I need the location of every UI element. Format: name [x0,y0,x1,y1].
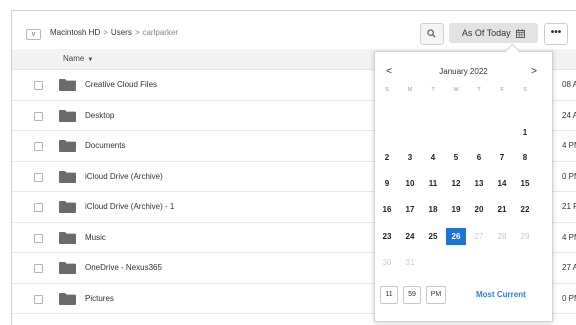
weekday-label: S [385,87,389,93]
modified-time: 27 AM [562,263,576,272]
breadcrumb-toggle[interactable]: v [26,29,41,40]
as-of-date-button[interactable]: As Of Today [449,23,538,43]
name-column-label: Name [63,54,85,63]
minute-field[interactable]: 59 [403,286,421,304]
calendar-day: 31 [405,258,415,267]
calendar-day[interactable]: 17 [400,201,420,218]
weekday-header: SMTWTFS [375,87,552,97]
calendar-icon [516,29,526,38]
folder-icon [59,292,76,305]
search-button[interactable] [420,23,444,45]
weekday-label: M [407,87,413,93]
hour-field[interactable]: 11 [380,286,398,304]
calendar-day[interactable]: 18 [423,201,443,218]
calendar-day: 28 [497,232,507,241]
calendar-day: 30 [382,258,392,267]
folder-icon [59,109,76,122]
modified-time: 21 PM [562,202,576,211]
calendar-day[interactable]: 7 [492,149,512,166]
weekday-label: W [453,87,459,93]
more-options-button[interactable]: ••• [544,23,568,45]
modified-time: 24 AM [562,110,576,120]
folder-icon [59,231,76,244]
calendar-day[interactable]: 10 [400,175,420,192]
next-month-button[interactable]: > [528,66,540,77]
modified-time: 0 PM [562,293,576,303]
file-name[interactable]: Documents [85,141,125,150]
folder-icon [59,140,76,152]
calendar-day[interactable]: 6 [469,149,489,166]
calendar-day[interactable]: 9 [377,175,397,192]
calendar-day[interactable]: 24 [400,228,420,245]
row-checkbox[interactable] [34,294,43,304]
file-name[interactable]: Pictures [85,294,114,303]
row-checkbox[interactable] [34,172,43,182]
calendar-day[interactable]: 3 [400,149,420,166]
calendar-day: 27 [474,232,484,241]
file-browser: v Macintosh HD > Users > carlparker As Of To… [11,10,576,325]
row-checkbox[interactable] [34,111,43,121]
modified-time: 4 PM [562,141,576,150]
name-column-header[interactable]: Name ▼ [63,54,93,63]
folder-icon [59,201,76,213]
sort-caret-icon: ▼ [87,57,94,63]
weekday-label: F [500,87,504,93]
calendar-day[interactable]: 13 [469,175,489,192]
calendar-day[interactable]: 20 [469,201,489,218]
most-current-link[interactable]: Most Current [476,290,526,299]
row-checkbox[interactable] [34,81,43,90]
calendar-day[interactable]: 2 [377,149,397,166]
file-name[interactable]: iCloud Drive (Archive) [85,172,163,181]
row-checkbox[interactable] [34,233,43,243]
calendar-day[interactable]: 16 [377,201,397,218]
breadcrumb-separator: > [103,28,108,37]
calendar-day[interactable]: 23 [377,228,397,245]
calendar-day[interactable]: 8 [515,149,535,166]
modified-time: 4 PM [562,232,576,242]
search-icon [427,29,436,38]
breadcrumb-item-current: carlparker [142,28,179,37]
file-name[interactable]: OneDrive - Nexus365 [85,263,162,272]
modified-time: 0 PM [562,171,576,181]
calendar-day[interactable]: 15 [515,175,535,192]
breadcrumb-item-users[interactable]: Users [111,28,132,37]
file-name[interactable]: Creative Cloud Files [85,80,157,89]
folder-icon [59,262,76,274]
folder-icon [59,170,76,183]
ampm-toggle[interactable]: PM [426,286,446,304]
weekday-label: T [431,87,435,93]
file-name[interactable]: Music [85,233,106,242]
file-name[interactable]: iCloud Drive (Archive) - 1 [85,202,174,211]
calendar-day[interactable]: 19 [446,201,466,218]
calendar-day: 29 [520,232,530,241]
calendar-day[interactable]: 21 [492,201,512,218]
calendar-day[interactable]: 12 [446,175,466,192]
calendar-day[interactable]: 11 [423,175,443,192]
calendar-day[interactable]: 1 [515,124,535,141]
row-checkbox[interactable] [34,203,43,212]
as-of-label: As Of Today [461,28,511,38]
breadcrumb-separator: > [134,28,140,37]
calendar-day[interactable]: 22 [515,201,535,218]
calendar-day-selected[interactable]: 26 [446,228,466,245]
calendar-day[interactable]: 14 [492,175,512,192]
calendar-day[interactable]: 4 [423,149,443,166]
toolbar: v Macintosh HD > Users > carlparker As Of To… [12,11,576,51]
breadcrumb-item-macintosh-hd[interactable]: Macintosh HD [50,28,100,37]
weekday-label: S [523,87,527,93]
month-label: January 2022 [439,67,488,76]
modified-time: 08 AM [562,80,576,89]
date-picker-popup: < January 2022 > SMTWTFS 1 2 3 4 5 6 7 8 9 10 11 12… [374,51,553,322]
calendar-day[interactable]: 5 [446,149,466,166]
calendar-day[interactable]: 25 [423,228,443,245]
weekday-label: T [477,87,481,93]
folder-icon [59,79,76,91]
breadcrumb: Macintosh HD > Users > carlparker [50,28,178,37]
file-name[interactable]: Desktop [85,111,114,120]
row-checkbox[interactable] [34,142,43,151]
row-checkbox[interactable] [34,264,43,273]
